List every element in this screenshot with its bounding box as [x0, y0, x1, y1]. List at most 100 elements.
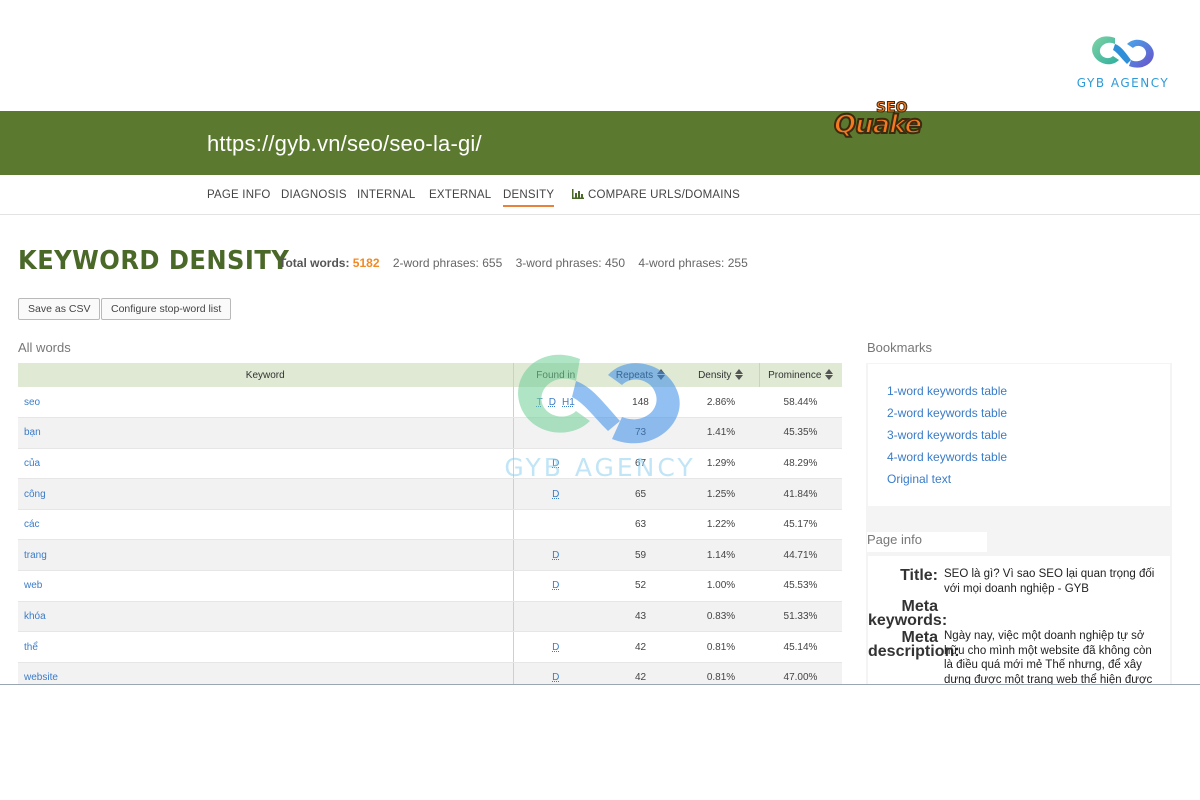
keyword-link[interactable]: trang: [18, 539, 513, 572]
col-header-density[interactable]: Density: [683, 363, 759, 387]
density-cell: 1.41%: [683, 417, 759, 449]
all-words-label: All words: [18, 340, 71, 355]
tab-diagnosis[interactable]: DIAGNOSIS: [281, 189, 347, 201]
col-header-keyword[interactable]: Keyword: [18, 363, 513, 387]
prominence-cell: 44.71%: [759, 539, 842, 572]
table-row: bạn 73 1.41% 45.35%: [18, 417, 842, 449]
density-cell: 1.29%: [683, 448, 759, 480]
bookmark-original-text[interactable]: Original text: [887, 472, 951, 486]
bar-chart-icon: [572, 189, 584, 199]
col-header-found-in: Found in: [512, 363, 598, 387]
word-stats: Total words: 5182 2-word phrases: 655 3-…: [279, 256, 748, 270]
tab-density[interactable]: DENSITY: [503, 189, 555, 207]
keyword-link[interactable]: khóa: [18, 601, 513, 633]
col-header-repeats[interactable]: Repeats: [598, 363, 683, 387]
found-in-cell: D: [512, 539, 598, 572]
repeats-cell: 67: [598, 448, 683, 480]
bookmark-2-word[interactable]: 2-word keywords table: [887, 406, 1007, 420]
table-row: website D 42 0.81% 47.00%: [18, 662, 842, 684]
seoquake-logo: SEO Quake: [830, 100, 942, 156]
col-header-prominence[interactable]: Prominence: [758, 363, 842, 387]
four-word-phrases: 4-word phrases: 255: [638, 256, 748, 270]
tab-bar: PAGE INFO DIAGNOSIS INTERNAL EXTERNAL DE…: [0, 175, 1200, 215]
found-in-tag[interactable]: D: [552, 642, 559, 653]
table-row: thể D 42 0.81% 45.14%: [18, 631, 842, 663]
bookmarks-label: Bookmarks: [867, 340, 933, 355]
found-in-tag[interactable]: D: [552, 580, 559, 591]
gyb-logo-icon: [1092, 36, 1154, 68]
configure-stopwords-button[interactable]: Configure stop-word list: [101, 298, 232, 320]
keyword-table-container: Keyword Found in Repeats Density Promine…: [18, 363, 842, 684]
seoquake-logo-quake: Quake: [833, 109, 923, 141]
table-row: seo T D H1 148 2.86% 58.44%: [18, 387, 842, 419]
repeats-cell: 52: [598, 570, 683, 602]
repeats-cell: 148: [598, 387, 683, 419]
bookmark-1-word[interactable]: 1-word keywords table: [887, 384, 1007, 398]
repeats-cell: 42: [598, 662, 683, 684]
found-in-cell: [512, 417, 598, 449]
prominence-cell: 41.84%: [759, 478, 842, 510]
page-title: KEYWORD DENSITY: [18, 246, 290, 276]
meta-description-value: Ngày nay, việc một doanh nghiệp tự sở hữ…: [944, 630, 1153, 686]
analyzed-url: https://gyb.vn/seo/seo-la-gi/: [207, 131, 482, 156]
found-in-tag[interactable]: D: [552, 489, 559, 500]
prominence-cell: 47.00%: [759, 662, 842, 684]
col-found-label: Found in: [536, 369, 576, 381]
density-cell: 1.00%: [683, 570, 759, 602]
tab-compare-label: COMPARE URLS/DOMAINS: [588, 189, 741, 201]
url-header: https://gyb.vn/seo/seo-la-gi/: [0, 111, 1200, 175]
col-density-label: Density: [698, 370, 732, 381]
tab-page-info[interactable]: PAGE INFO: [207, 189, 271, 201]
found-in-tag[interactable]: D: [552, 550, 559, 561]
found-in-cell: D: [512, 478, 598, 510]
meta-keywords-label-2: keywords:: [868, 612, 948, 629]
bookmarks-panel: 1-word keywords table 2-word keywords ta…: [868, 364, 1170, 506]
bookmark-3-word[interactable]: 3-word keywords table: [887, 428, 1007, 442]
sort-icon[interactable]: [735, 369, 744, 380]
tab-internal[interactable]: INTERNAL: [357, 189, 415, 201]
keyword-link[interactable]: của: [18, 448, 513, 480]
found-in-tag[interactable]: D: [552, 672, 559, 683]
prominence-cell: 48.29%: [759, 448, 842, 480]
found-in-tag[interactable]: D: [549, 397, 556, 408]
found-in-cell: D: [512, 631, 598, 663]
sort-icon[interactable]: [657, 369, 666, 380]
density-cell: 1.14%: [683, 539, 759, 572]
two-word-phrases: 2-word phrases: 655: [392, 256, 503, 270]
found-in-tag[interactable]: H1: [562, 397, 575, 408]
repeats-cell: 42: [598, 631, 683, 663]
keyword-link[interactable]: seo: [18, 387, 513, 419]
col-keyword-label: Keyword: [245, 369, 285, 381]
tab-compare-urls[interactable]: COMPARE URLS/DOMAINS: [572, 189, 740, 201]
repeats-cell: 43: [598, 601, 683, 633]
keyword-link[interactable]: công: [18, 478, 513, 510]
page-info-panel: Title: SEO là gì? Vì sao SEO lại quan tr…: [868, 556, 1170, 686]
sort-icon[interactable]: [825, 369, 834, 380]
prominence-cell: 45.14%: [759, 631, 842, 663]
keyword-link[interactable]: web: [18, 570, 513, 602]
three-word-phrases: 3-word phrases: 450: [515, 256, 625, 270]
tab-external[interactable]: EXTERNAL: [429, 189, 491, 201]
bookmark-4-word[interactable]: 4-word keywords table: [887, 450, 1007, 464]
keyword-link[interactable]: website: [18, 662, 513, 684]
prominence-cell: 58.44%: [759, 387, 842, 419]
found-in-cell: D: [512, 448, 598, 480]
keyword-link[interactable]: thể: [18, 631, 513, 663]
repeats-cell: 73: [598, 417, 683, 449]
keyword-link[interactable]: bạn: [18, 417, 513, 449]
found-in-cell: [512, 601, 598, 633]
keyword-table-body: seo T D H1 148 2.86% 58.44% bạn 73 1.41% 45.35% của…: [18, 387, 842, 684]
save-csv-button[interactable]: Save as CSV: [18, 298, 101, 320]
repeats-cell: 59: [598, 539, 683, 572]
bottom-margin: [0, 685, 1200, 800]
found-in-tag[interactable]: T: [537, 397, 543, 408]
keyword-link[interactable]: các: [18, 509, 513, 541]
found-in-tag[interactable]: D: [552, 458, 559, 469]
page-info-label: Page info: [867, 532, 987, 552]
total-words-label: Total words:: [279, 256, 350, 270]
keyword-table: Keyword Found in Repeats Density Promine…: [18, 363, 842, 684]
density-cell: 0.83%: [683, 601, 759, 633]
gyb-agency-logo: GYB AGENCY: [1068, 30, 1178, 100]
density-cell: 0.81%: [683, 631, 759, 663]
density-cell: 1.25%: [683, 478, 759, 510]
